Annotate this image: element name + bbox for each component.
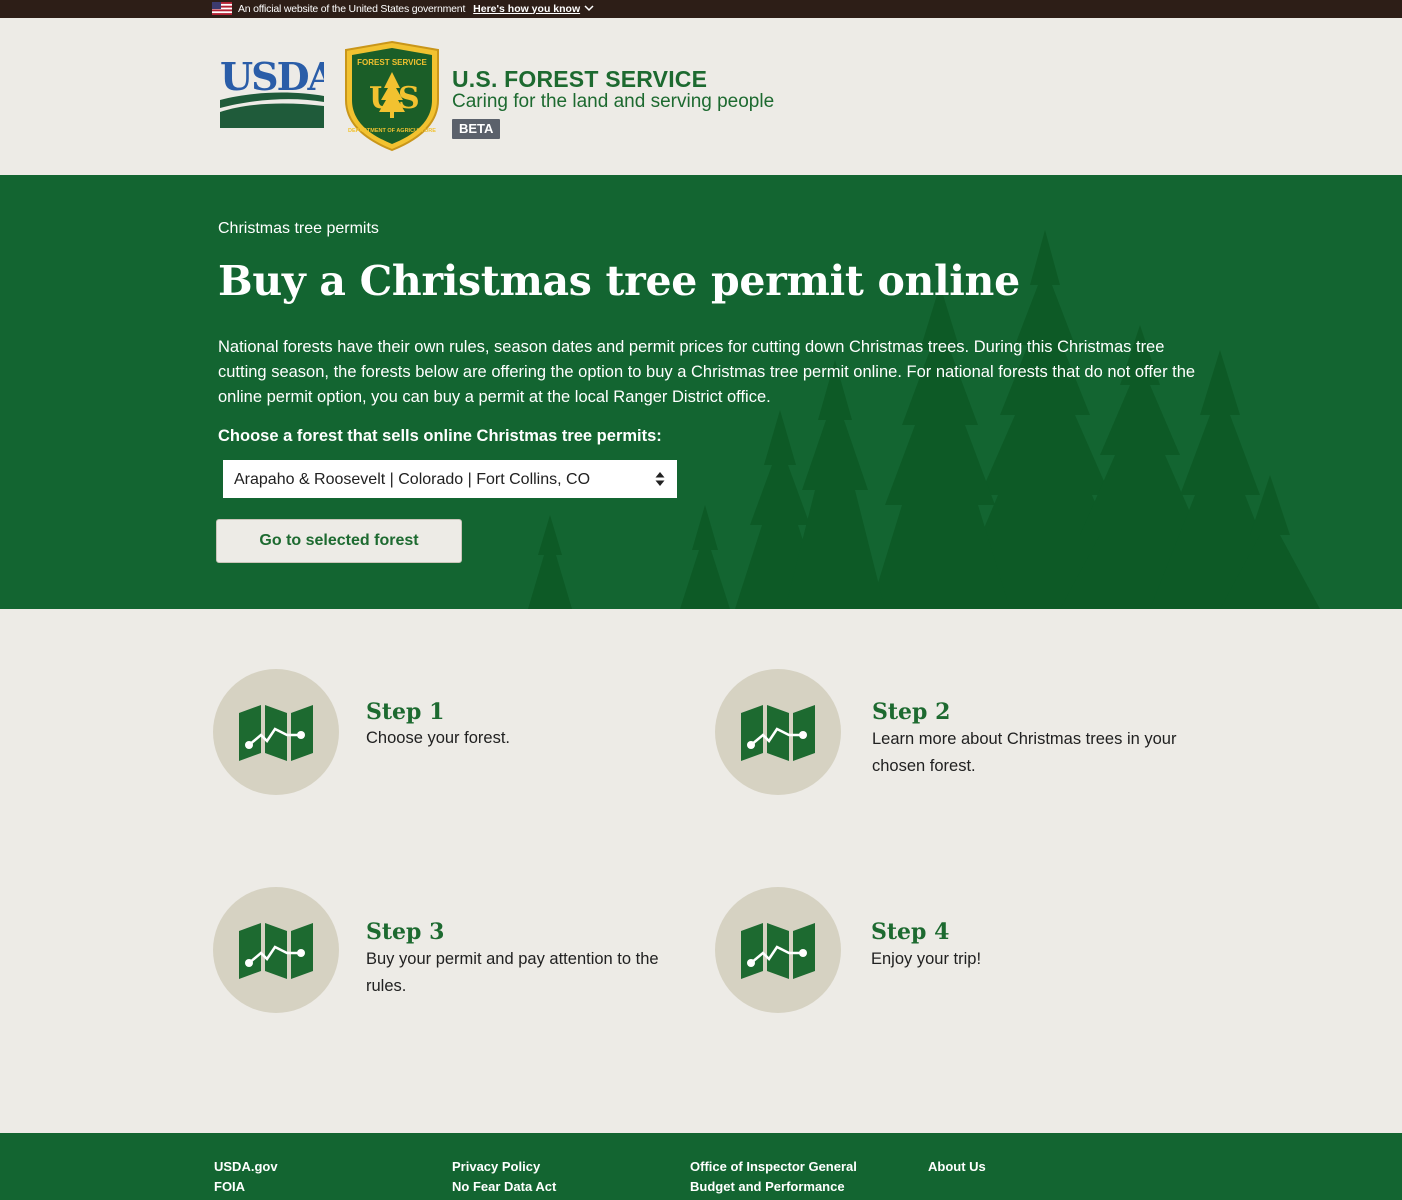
select-arrows-icon	[655, 472, 665, 486]
map-icon	[239, 705, 313, 761]
step-3-icon-circle	[213, 887, 339, 1013]
forest-select-label: Choose a forest that sells online Christ…	[218, 427, 662, 445]
footer-link-about-us[interactable]: About Us	[928, 1159, 986, 1174]
step-1-title: Step 1	[366, 699, 445, 725]
footer-link-inspector-general[interactable]: Office of Inspector General	[690, 1159, 857, 1174]
go-to-forest-button[interactable]: Go to selected forest	[216, 519, 462, 563]
heres-how-you-know-label: Here's how you know	[473, 2, 581, 15]
usda-logo-text: USDA	[220, 56, 324, 99]
shield-text-top: FOREST SERVICE	[357, 58, 427, 67]
footer-link-budget-performance[interactable]: Budget and Performance	[690, 1179, 845, 1194]
hero-section: Christmas tree permits Buy a Christmas t…	[0, 175, 1402, 609]
breadcrumb[interactable]: Christmas tree permits	[218, 220, 379, 238]
agency-name[interactable]: U.S. FOREST SERVICE	[452, 66, 707, 93]
site-header: USDA FOREST SERVICE U S DEPARTMENT OF AG…	[0, 18, 1402, 175]
forest-select[interactable]: Arapaho & Roosevelt | Colorado | Fort Co…	[223, 460, 677, 498]
step-4-title: Step 4	[871, 919, 950, 945]
shield-text-bottom: DEPARTMENT OF AGRICULTURE	[348, 128, 436, 134]
step-2-icon-circle	[715, 669, 841, 795]
footer-link-no-fear-act[interactable]: No Fear Data Act	[452, 1179, 556, 1194]
us-flag-icon	[212, 2, 232, 15]
official-gov-banner: An official website of the United States…	[0, 0, 1402, 18]
step-4-text: Enjoy your trip!	[871, 950, 982, 968]
footer-link-privacy-policy[interactable]: Privacy Policy	[452, 1159, 540, 1174]
usda-logo[interactable]: USDA	[220, 56, 324, 128]
step-1-icon-circle	[213, 669, 339, 795]
beta-badge: BETA	[452, 119, 501, 139]
forest-select-value: Arapaho & Roosevelt | Colorado | Fort Co…	[234, 471, 591, 488]
step-4-icon-circle	[715, 887, 841, 1013]
step-2-text: Learn more about Christmas trees in your…	[872, 730, 1177, 775]
map-icon	[741, 705, 815, 761]
hero-intro-text: National forests have their own rules, s…	[218, 338, 1196, 406]
step-3-title: Step 3	[366, 919, 445, 945]
page-title: Buy a Christmas tree permit online	[218, 257, 1020, 305]
heres-how-you-know-link[interactable]: Here's how you know	[473, 3, 594, 15]
map-icon	[239, 923, 313, 979]
step-3-text: Buy your permit and pay attention to the…	[366, 950, 659, 995]
site-footer: USDA.gov FOIA Privacy Policy No Fear Dat…	[0, 1133, 1402, 1200]
step-2-title: Step 2	[872, 699, 951, 725]
footer-link-usda-gov[interactable]: USDA.gov	[214, 1159, 278, 1174]
step-1-text: Choose your forest.	[366, 729, 510, 747]
gov-banner-text: An official website of the United States…	[238, 2, 466, 15]
agency-tagline: Caring for the land and serving people	[452, 91, 775, 112]
footer-link-foia[interactable]: FOIA	[214, 1179, 245, 1194]
map-icon	[741, 923, 815, 979]
forest-service-shield-logo[interactable]: FOREST SERVICE U S DEPARTMENT OF AGRICUL…	[342, 40, 442, 152]
chevron-down-icon	[584, 5, 594, 12]
